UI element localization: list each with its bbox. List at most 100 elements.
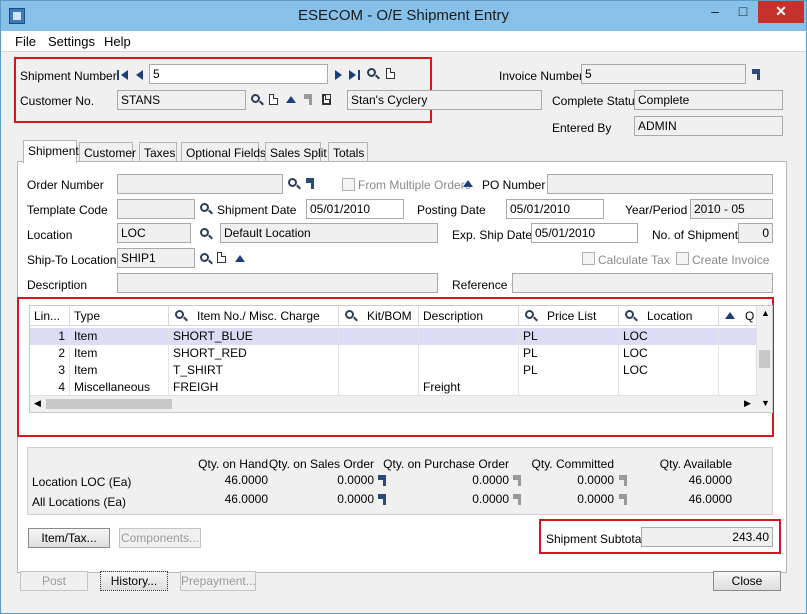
customer-info-icon[interactable] (322, 94, 331, 105)
cell-location: LOC (619, 345, 719, 362)
post-button[interactable]: Post (20, 571, 88, 591)
menu-file[interactable]: File (15, 34, 36, 49)
price-list-finder-icon[interactable] (525, 310, 534, 319)
posting-date-field[interactable]: 05/01/2010 (506, 199, 604, 219)
last-record-icon[interactable] (348, 69, 360, 81)
cell-type: Item (70, 362, 169, 379)
location-col-finder-icon[interactable] (625, 310, 634, 319)
location-finder-icon[interactable] (200, 228, 209, 237)
new-shipment-icon[interactable] (386, 68, 395, 79)
minimize-button[interactable]: – (701, 1, 729, 23)
grid-vertical-scrollbar[interactable]: ▲ ▼ (756, 306, 772, 412)
next-record-icon[interactable] (333, 69, 345, 81)
tab-taxes[interactable]: Taxes (139, 142, 177, 162)
template-code-field[interactable] (117, 199, 195, 219)
exp-ship-date-label: Exp. Ship Date (452, 228, 533, 242)
column-header-price-list[interactable]: Price List (519, 306, 619, 326)
complete-status-label: Complete Status (552, 94, 641, 108)
close-window-button[interactable]: ✕ (758, 1, 804, 23)
column-header-description[interactable]: Description (419, 306, 519, 326)
column-header-kit-bom[interactable]: Kit/BOM (339, 306, 419, 326)
scroll-thumb-horizontal[interactable] (46, 399, 172, 409)
invoice-drilldown-icon[interactable] (752, 69, 763, 80)
order-finder-icon[interactable] (288, 178, 297, 187)
column-header-q-text: Q (745, 309, 755, 323)
prepayment-button[interactable]: Prepayment... (180, 571, 256, 591)
column-header-q[interactable]: Q (719, 306, 759, 326)
scroll-up-icon[interactable]: ▲ (761, 308, 770, 318)
menu-help[interactable]: Help (104, 34, 131, 49)
customer-no-label: Customer No. (20, 94, 95, 108)
location-field[interactable]: LOC (117, 223, 191, 243)
purchase-order-drilldown-icon[interactable] (513, 475, 524, 486)
item-finder-icon[interactable] (175, 310, 184, 319)
table-row[interactable]: 3 Item T_SHIRT PL LOC (30, 362, 758, 379)
table-row[interactable]: 4 Miscellaneous FREIGH Freight (30, 379, 758, 396)
order-number-field[interactable] (117, 174, 283, 194)
tab-sales-split[interactable]: Sales Split (265, 142, 327, 162)
table-row[interactable]: 1 Item SHORT_BLUE PL LOC (30, 328, 758, 345)
scroll-thumb-vertical[interactable] (759, 350, 770, 368)
tab-totals[interactable]: Totals (328, 142, 368, 162)
menu-settings[interactable]: Settings (48, 34, 95, 49)
column-header-location[interactable]: Location (619, 306, 719, 326)
customer-finder-icon[interactable] (251, 94, 260, 103)
description-field[interactable] (117, 273, 438, 293)
ship-to-new-icon[interactable] (217, 252, 226, 263)
calculate-tax-checkbox[interactable] (582, 252, 595, 265)
close-button[interactable]: Close (713, 571, 781, 591)
customer-drilldown-icon[interactable] (304, 94, 315, 105)
ship-to-zoom-icon[interactable] (235, 255, 245, 262)
committed-drilldown-icon[interactable] (619, 475, 630, 486)
first-record-icon[interactable] (117, 69, 129, 81)
previous-record-icon[interactable] (134, 69, 146, 81)
scroll-down-icon[interactable]: ▼ (761, 398, 770, 408)
column-header-line[interactable]: Lin... (30, 306, 70, 326)
item-tax-button[interactable]: Item/Tax... (28, 528, 110, 548)
header-qty-committed: Qty. Committed (531, 457, 614, 471)
template-finder-icon[interactable] (200, 203, 209, 212)
create-invoice-checkbox[interactable] (676, 252, 689, 265)
scroll-left-icon[interactable]: ◀ (34, 398, 41, 409)
all-committed-drilldown-icon[interactable] (619, 494, 630, 505)
tab-customer[interactable]: Customer (79, 142, 136, 162)
column-header-price-list-text: Price List (547, 309, 597, 323)
window-title: ESECOM - O/E Shipment Entry (298, 7, 509, 24)
exp-ship-date-field[interactable]: 05/01/2010 (531, 223, 638, 243)
shipment-number-label: Shipment Number (20, 69, 117, 83)
all-purchase-order-drilldown-icon[interactable] (513, 494, 524, 505)
maximize-button[interactable]: □ (729, 1, 757, 23)
po-zoom-icon[interactable] (463, 180, 473, 187)
po-number-field[interactable] (547, 174, 773, 194)
order-drilldown-icon[interactable] (306, 178, 317, 189)
sales-order-drilldown-icon[interactable] (378, 475, 389, 486)
tab-shipment[interactable]: Shipment (23, 140, 79, 163)
location-label: Location (27, 228, 73, 242)
customer-no-field[interactable]: STANS (117, 90, 246, 110)
grid-horizontal-scrollbar[interactable]: ◀ ▶ (30, 395, 758, 412)
shipment-number-input[interactable]: 5 (149, 64, 328, 84)
create-invoice-label: Create Invoice (692, 253, 770, 267)
history-button[interactable]: History... (100, 571, 168, 591)
column-header-item-no[interactable]: Item No./ Misc. Charge (169, 306, 339, 326)
shipment-date-field[interactable]: 05/01/2010 (306, 199, 404, 219)
components-button[interactable]: Components... (119, 528, 201, 548)
reference-field[interactable] (512, 273, 773, 293)
column-header-type[interactable]: Type (70, 306, 169, 326)
scroll-right-icon[interactable]: ▶ (744, 398, 751, 409)
customer-name-field: Stan's Cyclery (347, 90, 542, 110)
cell-kit (339, 362, 419, 379)
from-multiple-orders-checkbox[interactable] (342, 178, 355, 191)
ship-to-finder-icon[interactable] (200, 253, 209, 262)
customer-zoom-icon[interactable] (286, 96, 296, 103)
all-sales-order-drilldown-icon[interactable] (378, 494, 389, 505)
location-description-field: Default Location (220, 223, 438, 243)
customer-new-icon[interactable] (269, 94, 278, 105)
ship-to-location-field[interactable]: SHIP1 (117, 248, 195, 268)
kit-finder-icon[interactable] (345, 310, 354, 319)
table-row[interactable]: 2 Item SHORT_RED PL LOC (30, 345, 758, 362)
shipment-finder-icon[interactable] (367, 68, 376, 77)
cell-location (619, 379, 719, 396)
q-zoom-icon[interactable] (725, 312, 735, 319)
tab-optional-fields[interactable]: Optional Fields (181, 142, 266, 162)
